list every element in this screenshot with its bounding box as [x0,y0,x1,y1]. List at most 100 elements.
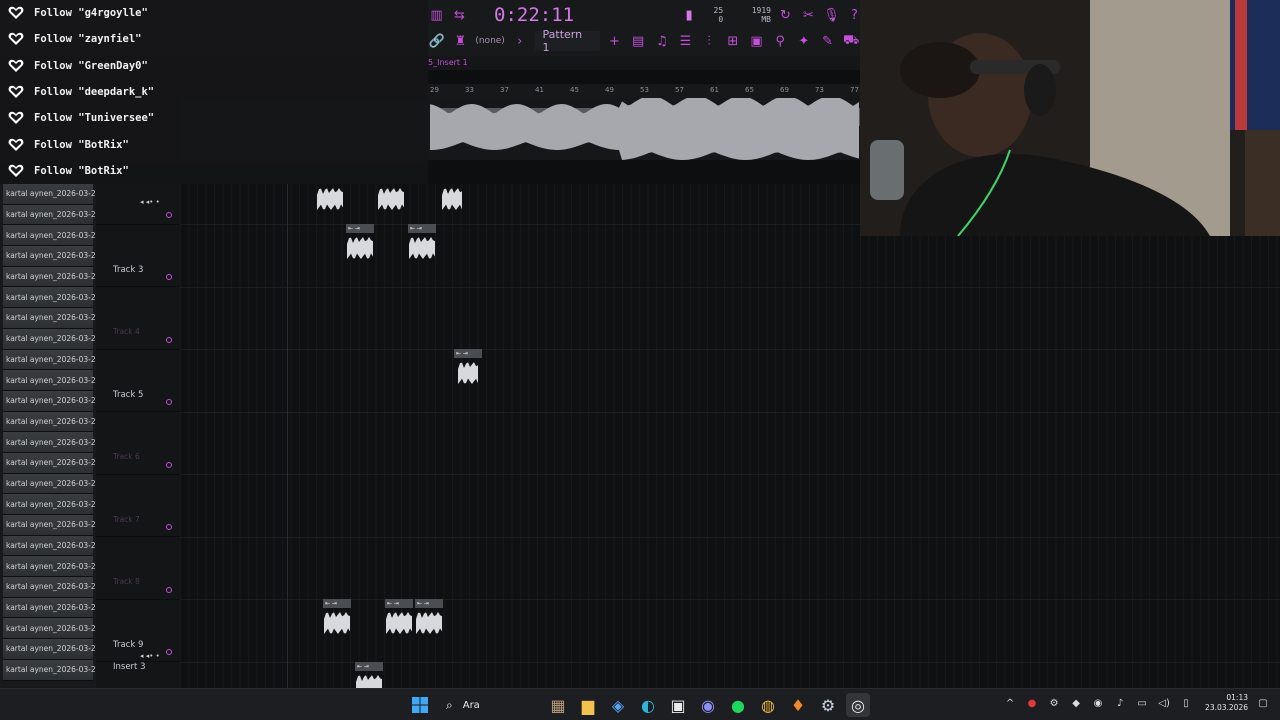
track-name[interactable]: Track 6 [113,452,140,461]
browser-icon[interactable]: ⊞ [724,32,742,50]
none-selector[interactable]: (none) [475,36,504,46]
mixer-sliders-icon[interactable]: ⫶ [700,32,718,50]
track-header[interactable]: Track 8 [96,537,180,600]
pattern-selector[interactable]: Pattern 1 [534,28,600,54]
audio-clip-header[interactable]: ⇤ ⇥ [346,224,374,233]
track-header[interactable]: Track 7 [96,475,180,537]
audio-clip[interactable]: ⇤ ⇥ [454,349,482,388]
add-pattern-icon[interactable]: + [606,32,624,50]
arrow-right-icon[interactable]: › [511,32,529,50]
track-enable-dot[interactable] [166,336,172,343]
obs-button[interactable]: ◎ [846,693,870,717]
track-enable-dot[interactable] [166,524,172,530]
browser-file-item[interactable]: kartal aynen_2026-03-2... [3,432,103,453]
track-controls-icon[interactable]: ◂ ◂• • [140,652,160,660]
playlist-icon[interactable]: ▤ [629,32,647,50]
browser-file-item[interactable]: kartal aynen_2026-03-2... [3,452,103,474]
speaker-icon[interactable]: ◁) [1157,696,1171,710]
app-tray-icon[interactable]: ◆ [1069,696,1083,710]
track-name[interactable]: Track 4 [113,327,140,336]
audio-clip[interactable]: ⇤ ⇥ [385,599,413,638]
start-button[interactable] [408,693,432,717]
brush-icon[interactable]: ✎ [819,32,837,50]
audio-clip-header[interactable]: ⇤ ⇥ [355,662,383,671]
track-enable-dot[interactable] [166,274,172,280]
loop-icon[interactable]: ⇆ [451,6,468,24]
audio-clip-header[interactable]: ⇤ ⇥ [454,349,482,358]
browser-file-item[interactable]: kartal aynen_2026-03-2... [3,473,103,495]
steam-button[interactable]: ⚙ [816,693,840,717]
track-header[interactable]: Track 5 [96,350,180,412]
browser-file-item[interactable]: kartal aynen_2026-03-2... [3,639,103,660]
track-name[interactable]: Track 3 [113,265,143,275]
steam-tray-icon[interactable]: ⚙ [1047,696,1061,710]
audio-clip[interactable]: ⇤ ⇥ [346,224,374,263]
notification-icon[interactable]: ▢ [1256,696,1270,710]
browser-file-item[interactable]: kartal aynen_2026-03-2... [3,535,103,557]
discord-tray-icon[interactable]: ◉ [1091,696,1105,710]
audio-clip-header[interactable]: ⇤ ⇥ [408,224,436,233]
timeline-ruler[interactable]: 29 33 37 41 45 49 53 57 61 65 69 73 77 [428,84,860,98]
copilot-button[interactable]: ◈ [606,693,630,717]
browser-file-item[interactable]: kartal aynen_2026-03-2... [3,225,103,247]
browser-file-item[interactable]: kartal aynen_2026-03-2... [3,287,103,309]
browser-file-item[interactable]: kartal aynen_2026-03-2... [3,328,103,350]
track-enable-dot[interactable] [166,211,172,218]
browser-file-item[interactable]: kartal aynen_2026-03-2... [3,349,103,371]
track-enable-dot[interactable] [166,586,172,593]
browser-file-item[interactable]: kartal aynen_2026-03-2... [3,494,103,515]
stamp-icon[interactable]: ♜ [452,32,470,50]
mic-tray-icon[interactable]: ♪ [1113,696,1127,710]
cart-icon[interactable]: ⛟ [842,32,860,50]
browser-file-item[interactable]: kartal aynen_2026-03-2... [3,556,103,578]
audio-clip[interactable]: ⇤ ⇥ [408,224,436,263]
audio-clip-header[interactable]: ⇤ ⇥ [323,599,351,608]
track-enable-dot[interactable] [166,399,172,405]
browser-file-item[interactable]: kartal aynen_2026-03-2... [3,308,103,329]
browser-file-item[interactable]: kartal aynen_2026-03-2... [3,659,103,681]
browser-file-item[interactable]: kartal aynen_2026-03-2... [3,266,103,288]
record-tray-icon[interactable]: ● [1025,696,1039,710]
audio-clip-header[interactable]: ⇤ ⇥ [385,599,413,608]
track-enable-dot[interactable] [166,649,172,655]
browser-file-item[interactable]: kartal aynen_2026-03-2... [3,370,103,391]
track-header[interactable]: Track 9 ◂ ◂• • [96,600,180,662]
audio-clip[interactable] [316,184,344,214]
battery-icon[interactable]: ▯ [1179,696,1193,710]
file-explorer-button[interactable]: ▆ [576,693,600,717]
track-name[interactable]: Track 9 [113,640,143,650]
audio-clip[interactable]: ⇤ ⇥ [323,599,351,638]
track-header[interactable]: Track 4 [96,287,180,350]
fl-studio-button[interactable]: ♦ [786,693,810,717]
playlist-grid[interactable]: ⇤ ⇥ ⇤ ⇥ ⇤ ⇥ ⇤ ⇥ ⇤ ⇥ ⇤ ⇥ ⇤ ⇥ [180,184,1280,697]
browser-file-item[interactable]: kartal aynen_2026-03-2... [3,597,103,619]
browser-file-item[interactable]: kartal aynen_2026-03-2... [3,184,103,205]
browser-file-item[interactable]: kartal aynen_2026-03-2... [3,390,103,412]
browser-file-item[interactable]: kartal aynen_2026-03-2... [3,204,103,226]
plugin-icon[interactable]: ▣ [748,32,766,50]
track-enable-dot[interactable] [166,461,172,468]
widgets-button[interactable]: ▦ [546,693,570,717]
chrome-button[interactable]: ◍ [756,693,780,717]
audio-clip[interactable]: ⇤ ⇥ [415,599,443,638]
audio-clip[interactable] [377,184,405,214]
track-name[interactable]: Track 8 [113,577,140,586]
browser-file-item[interactable]: kartal aynen_2026-03-2... [3,618,103,640]
track-header[interactable]: Track 3 [96,225,180,287]
taskbar-search[interactable]: ⌕ Ara [438,693,540,717]
store-button[interactable]: ▣ [666,693,690,717]
network-icon[interactable]: ▭ [1135,696,1149,710]
browser-file-item[interactable]: kartal aynen_2026-03-2... [3,515,103,536]
audio-clip-header[interactable]: ⇤ ⇥ [415,599,443,608]
browser-file-item[interactable]: kartal aynen_2026-03-2... [3,246,103,267]
piano-roll-icon[interactable]: ♫ [653,32,671,50]
refresh-icon[interactable]: ↻ [777,6,794,24]
track-controls-icon[interactable]: ◂ ◂• • [140,198,160,206]
track-name[interactable]: Track 7 [113,515,140,524]
browser-file-item[interactable]: kartal aynen_2026-03-2... [3,577,103,598]
clock[interactable]: 01:13 23.03.2026 [1205,693,1248,713]
track-header[interactable]: Track 6 [96,412,180,475]
link-icon[interactable]: 🔗 [428,32,446,50]
microphone-icon[interactable]: 🎙 [823,6,840,24]
audio-clip[interactable] [438,184,466,214]
